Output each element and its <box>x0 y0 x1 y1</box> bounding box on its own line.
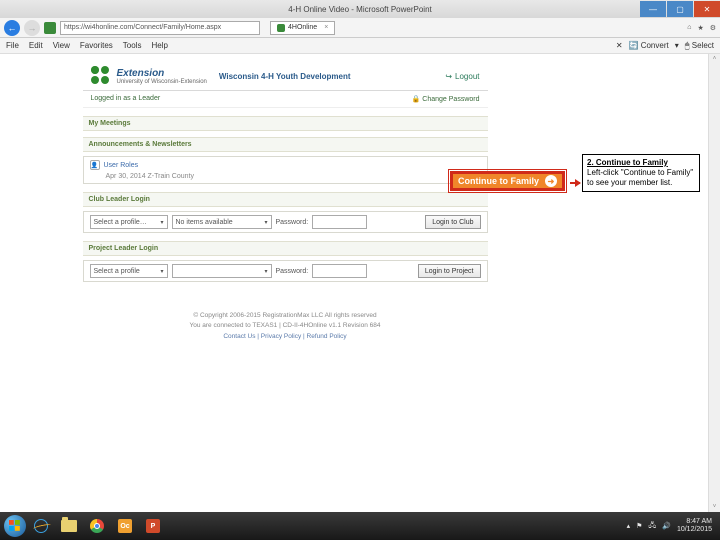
footer-links[interactable]: Contact Us | Privacy Policy | Refund Pol… <box>83 333 488 340</box>
clover-icon <box>91 66 111 86</box>
callout-arrow-icon <box>570 179 580 187</box>
announcements-panel: 👤 User Roles Apr 30, 2014 Z-Train County <box>83 156 488 184</box>
tab-label: 4HOnline <box>288 24 317 31</box>
callout-title: 2. Continue to Family <box>587 158 695 168</box>
taskbar-clock[interactable]: 8:47 AM 10/12/2015 <box>677 518 716 533</box>
info-bar: Logged in as a Leader Change Password <box>83 91 488 108</box>
project-password-input[interactable] <box>312 264 367 278</box>
tools-icon[interactable]: ⚙ <box>710 24 716 32</box>
site-title: Wisconsin 4-H Youth Development <box>219 72 351 81</box>
convert-button[interactable]: 🔄 Convert <box>629 41 669 50</box>
scroll-down-icon[interactable]: ˅ <box>709 502 720 512</box>
logout-icon: ↪ <box>445 72 452 81</box>
club-profile-select[interactable]: Select a profile…▾ <box>90 215 168 229</box>
club-login-panel: Select a profile…▾ No items available▾ P… <box>83 211 488 233</box>
project-password-label: Password: <box>276 268 309 275</box>
vertical-scrollbar[interactable]: ˄ ˅ <box>708 54 720 512</box>
taskbar-outlook-icon[interactable]: Oc <box>112 515 138 537</box>
tray-volume-icon[interactable]: 🔊 <box>662 522 671 530</box>
user-roles-icon: 👤 <box>90 160 100 170</box>
home-icon[interactable]: ⌂ <box>687 24 691 31</box>
tray-network-icon[interactable]: 🖧 <box>648 521 656 532</box>
logout-link[interactable]: ↪ Logout <box>445 72 479 81</box>
section-announcements: Announcements & Newsletters <box>83 137 488 152</box>
footer-copyright: © Copyright 2006-2015 RegistrationMax LL… <box>83 312 488 319</box>
tray-flag-icon[interactable]: ⚑ <box>636 522 642 530</box>
club-items-select[interactable]: No items available▾ <box>172 215 272 229</box>
browser-menu-bar: File Edit View Favorites Tools Help ✕ 🔄 … <box>0 38 720 54</box>
windows-logo-icon <box>9 520 21 532</box>
window-close-button[interactable]: ✕ <box>694 1 720 17</box>
callout-body: Left-click "Continue to Family" to see y… <box>587 168 695 188</box>
window-minimize-button[interactable]: — <box>640 1 666 17</box>
club-password-label: Password: <box>276 219 309 226</box>
taskbar-chrome-icon[interactable] <box>84 515 110 537</box>
footer: © Copyright 2006-2015 RegistrationMax LL… <box>83 312 488 340</box>
forward-button[interactable]: → <box>24 20 40 36</box>
continue-to-family-button[interactable]: Continue to Family ➜ <box>450 171 565 191</box>
change-password-link[interactable]: Change Password <box>412 95 480 103</box>
section-my-meetings: My Meetings <box>83 116 488 131</box>
project-login-panel: Select a profile▾ ▾ Password: Login to P… <box>83 260 488 282</box>
address-bar[interactable]: https://wi4honline.com/Connect/Family/Ho… <box>60 21 260 35</box>
menu-edit[interactable]: Edit <box>29 41 43 50</box>
menu-tools[interactable]: Tools <box>123 41 142 50</box>
select-button[interactable]: 🖱 Select <box>685 41 714 51</box>
extension-logo-sub: University of Wisconsin-Extension <box>117 79 207 85</box>
extension-logo-text: Extension <box>117 68 207 79</box>
logged-in-status: Logged in as a Leader <box>91 95 161 103</box>
taskbar-ie-icon[interactable] <box>28 515 54 537</box>
section-project-login: Project Leader Login <box>83 241 488 256</box>
window-controls: — ▢ ✕ <box>639 1 720 17</box>
menu-favorites[interactable]: Favorites <box>80 41 113 50</box>
login-to-project-button[interactable]: Login to Project <box>418 264 481 278</box>
tray-expand-icon[interactable]: ▴ <box>627 522 631 530</box>
login-to-club-button[interactable]: Login to Club <box>425 215 480 229</box>
browser-toolbar: ← → https://wi4honline.com/Connect/Famil… <box>0 18 720 38</box>
windows-taskbar: Oc P ▴ ⚑ 🖧 🔊 8:47 AM 10/12/2015 <box>0 512 720 540</box>
start-button[interactable] <box>4 515 26 537</box>
menu-view[interactable]: View <box>53 41 70 50</box>
back-button[interactable]: ← <box>4 20 20 36</box>
browser-tab[interactable]: 4HOnline × <box>270 21 335 35</box>
tab-close-icon[interactable]: × <box>324 24 328 31</box>
user-roles-date: Apr 30, 2014 Z-Train County <box>106 173 194 180</box>
window-maximize-button[interactable]: ▢ <box>667 1 693 17</box>
footer-note: You are connected to TEXAS1 | CD-II-4HOn… <box>83 322 488 329</box>
project-profile-select[interactable]: Select a profile▾ <box>90 264 168 278</box>
menu-help[interactable]: Help <box>151 41 167 50</box>
close-bar-icon[interactable]: ✕ <box>616 41 623 50</box>
scroll-up-icon[interactable]: ˄ <box>709 54 720 64</box>
lock-icon <box>412 96 423 103</box>
project-items-select[interactable]: ▾ <box>172 264 272 278</box>
window-titlebar: 4-H Online Video - Microsoft PowerPoint … <box>0 0 720 18</box>
site-favicon <box>44 22 56 34</box>
section-club-login: Club Leader Login <box>83 192 488 207</box>
favorites-icon[interactable]: ★ <box>697 24 703 32</box>
instruction-callout: 2. Continue to Family Left-click "Contin… <box>582 154 700 192</box>
browser-right-tools: ⌂ ★ ⚙ <box>687 24 716 32</box>
tab-favicon <box>277 24 285 32</box>
page-content: Extension University of Wisconsin-Extens… <box>0 54 720 512</box>
site-header: Extension University of Wisconsin-Extens… <box>83 62 488 91</box>
taskbar-explorer-icon[interactable] <box>56 515 82 537</box>
window-title: 4-H Online Video - Microsoft PowerPoint <box>288 5 431 14</box>
taskbar-powerpoint-icon[interactable]: P <box>140 515 166 537</box>
system-tray: ▴ ⚑ 🖧 🔊 8:47 AM 10/12/2015 <box>627 518 716 533</box>
menu-file[interactable]: File <box>6 41 19 50</box>
club-password-input[interactable] <box>312 215 367 229</box>
continue-arrow-icon: ➜ <box>545 175 557 187</box>
user-roles-link[interactable]: User Roles <box>104 162 139 169</box>
